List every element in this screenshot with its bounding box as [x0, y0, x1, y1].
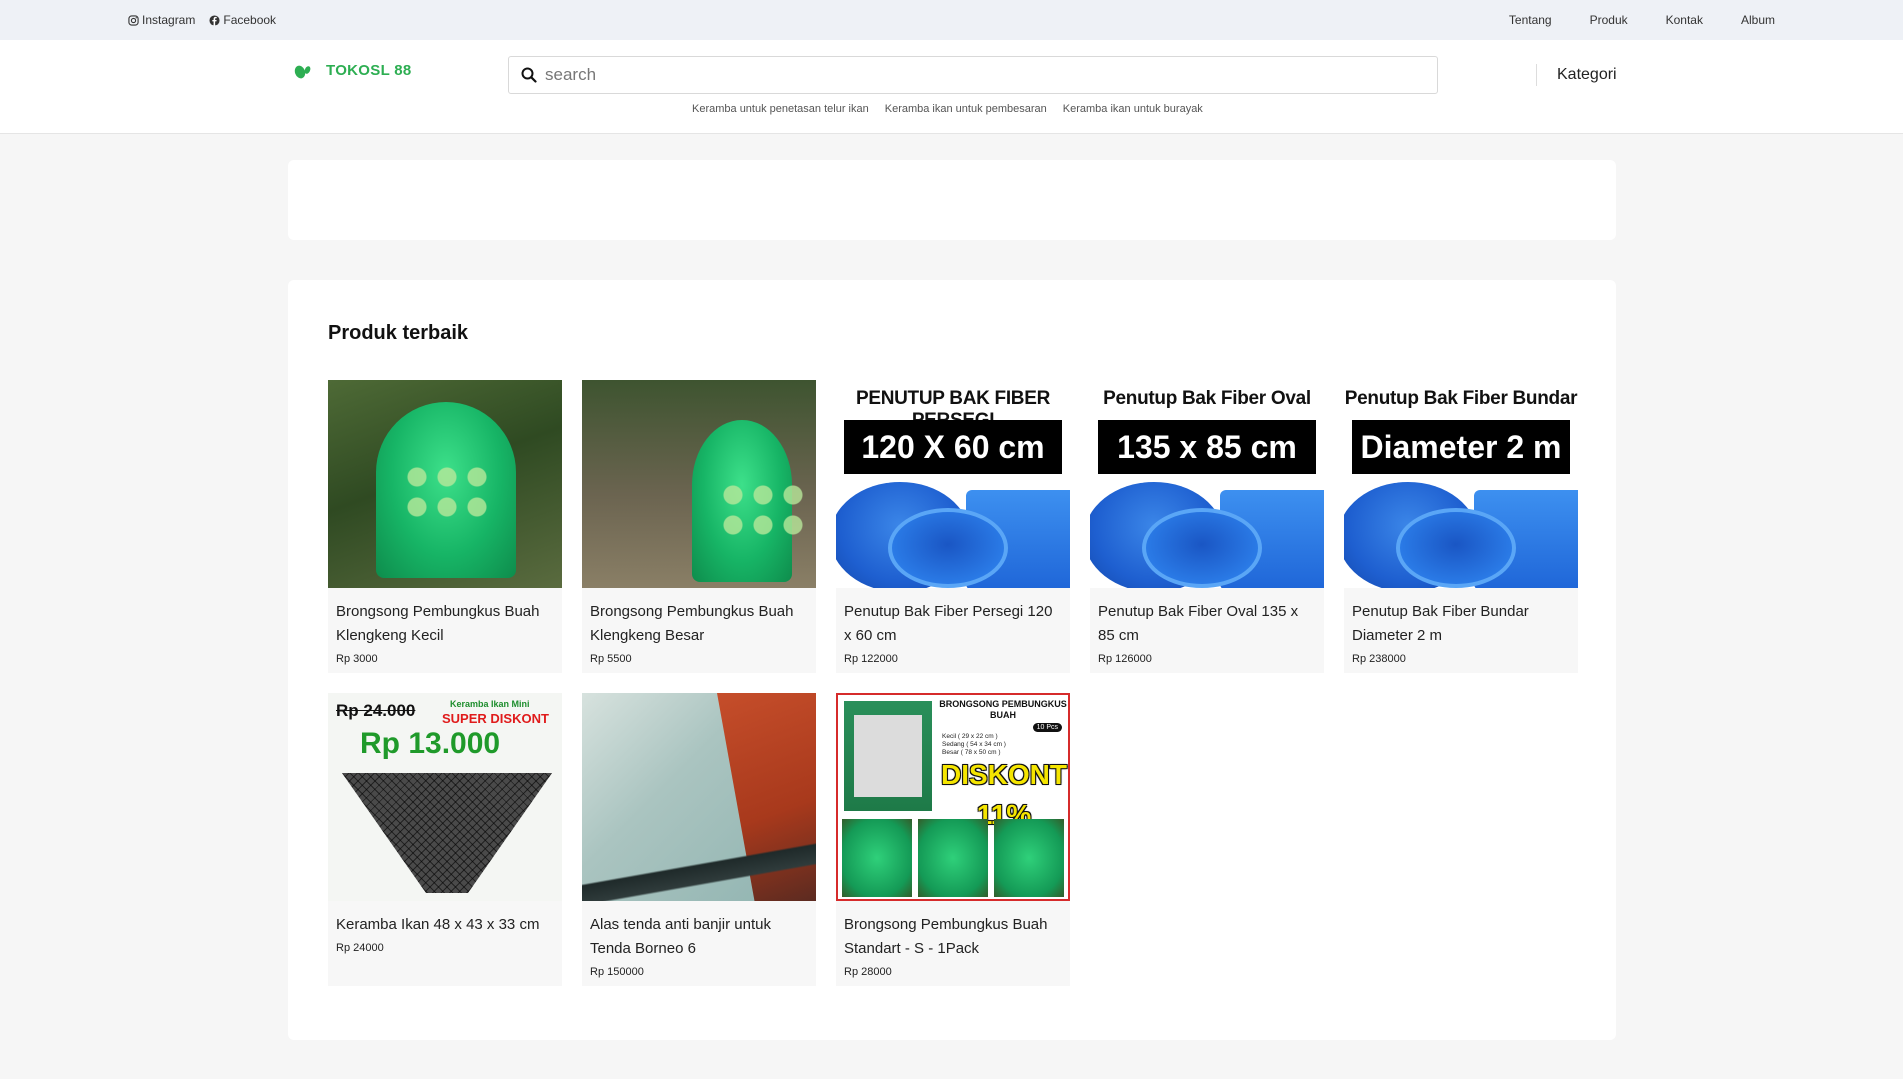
product-name[interactable]: Brongsong Pembungkus Buah Klengkeng Besa…: [582, 588, 816, 648]
instagram-link[interactable]: Instagram: [128, 13, 195, 27]
facebook-link[interactable]: Facebook: [209, 13, 276, 27]
product-image[interactable]: PENUTUP BAK FIBER PERSEGI 120 X 60 cm: [836, 380, 1070, 588]
product-price: Rp 150000: [590, 966, 644, 978]
leaf-logo-icon: [294, 65, 311, 78]
products-section: Produk terbaik Brongsong Pembungkus Buah…: [288, 280, 1616, 1040]
search-icon: [521, 67, 537, 83]
search-suggestions: Keramba untuk penetasan telur ikan Keram…: [692, 103, 1203, 115]
banner-card: [288, 160, 1616, 240]
image-title: Penutup Bak Fiber Bundar: [1344, 388, 1578, 409]
nav-album[interactable]: Album: [1741, 13, 1775, 27]
product-name[interactable]: Brongsong Pembungkus Buah Klengkeng Keci…: [328, 588, 562, 648]
nav-tentang[interactable]: Tentang: [1509, 13, 1552, 27]
product-card[interactable]: PENUTUP BAK FIBER PERSEGI 120 X 60 cm Pe…: [836, 380, 1070, 673]
bag-thumbnails: [842, 819, 1064, 897]
old-price-text: Rp 24.000: [336, 701, 416, 720]
pcs-badge: 10 Pcs: [1032, 723, 1062, 732]
top-bar: Instagram Facebook Tentang Produk Kontak…: [0, 0, 1903, 40]
product-name[interactable]: Brongsong Pembungkus Buah Standart - S -…: [836, 901, 1070, 961]
instagram-label: Instagram: [142, 13, 196, 27]
facebook-label: Facebook: [223, 13, 277, 27]
product-name[interactable]: Keramba Ikan 48 x 43 x 33 cm: [328, 901, 562, 937]
tub-shape: [1142, 508, 1262, 588]
product-image[interactable]: Rp 24.000 Keramba Ikan Mini SUPER DISKON…: [328, 693, 562, 901]
header: TOKOSL 88 Kategori Keramba untuk penetas…: [0, 40, 1903, 134]
tent-edge-shape: [582, 843, 816, 901]
product-card[interactable]: Penutup Bak Fiber Oval 135 x 85 cm Penut…: [1090, 380, 1324, 673]
nav-kontak[interactable]: Kontak: [1666, 13, 1703, 27]
instagram-icon: [128, 14, 139, 26]
product-image[interactable]: BRONGSONG PEMBUNGKUS BUAH 10 Pcs Kecil (…: [836, 693, 1070, 901]
product-price: Rp 28000: [844, 966, 892, 978]
product-card[interactable]: Brongsong Pembungkus Buah Klengkeng Keci…: [328, 380, 562, 673]
green-bag-shape: [376, 402, 516, 578]
product-name[interactable]: Penutup Bak Fiber Persegi 120 x 60 cm: [836, 588, 1070, 648]
suggestion-pembesaran[interactable]: Keramba ikan untuk pembesaran: [885, 103, 1047, 115]
section-title: Produk terbaik: [328, 322, 469, 344]
product-name[interactable]: Penutup Bak Fiber Oval 135 x 85 cm: [1090, 588, 1324, 648]
product-name[interactable]: Penutup Bak Fiber Bundar Diameter 2 m: [1344, 588, 1578, 648]
green-bag-shape: [692, 420, 808, 582]
package-shape: [844, 701, 932, 811]
discount-text: SUPER DISKONT: [442, 711, 549, 726]
product-price: Rp 3000: [336, 653, 378, 665]
size-item: Kecil ( 29 x 22 cm ): [942, 733, 998, 740]
product-image[interactable]: Penutup Bak Fiber Bundar Diameter 2 m: [1344, 380, 1578, 588]
product-name[interactable]: Alas tenda anti banjir untuk Tenda Borne…: [582, 901, 816, 961]
product-price: Rp 126000: [1098, 653, 1152, 665]
brand-logo[interactable]: TOKOSL 88: [294, 62, 412, 79]
image-title: Penutup Bak Fiber Oval: [1103, 388, 1311, 409]
size-item: Sedang ( 54 x 34 cm ): [942, 741, 1006, 748]
suggestion-burayak[interactable]: Keramba ikan untuk burayak: [1063, 103, 1203, 115]
social-links: Instagram Facebook: [128, 13, 276, 27]
image-label: Diameter 2 m: [1352, 420, 1570, 474]
product-card[interactable]: Alas tenda anti banjir untuk Tenda Borne…: [582, 693, 816, 986]
tub-shape: [888, 508, 1008, 588]
image-label: 135 x 85 cm: [1098, 420, 1316, 474]
bag-thumb: [842, 819, 912, 897]
bag-thumb: [994, 819, 1064, 897]
product-card[interactable]: Brongsong Pembungkus Buah Klengkeng Besa…: [582, 380, 816, 673]
product-card[interactable]: BRONGSONG PEMBUNGKUS BUAH 10 Pcs Kecil (…: [836, 693, 1070, 986]
net-shape: [342, 773, 552, 893]
bag-thumb: [918, 819, 988, 897]
product-price: Rp 5500: [590, 653, 632, 665]
product-price: Rp 122000: [844, 653, 898, 665]
suggestion-penetasan[interactable]: Keramba untuk penetasan telur ikan: [692, 103, 869, 115]
tub-shape: [1396, 508, 1516, 588]
product-image[interactable]: [582, 380, 816, 588]
nav-produk[interactable]: Produk: [1590, 13, 1628, 27]
facebook-icon: [209, 14, 220, 26]
image-label: 120 X 60 cm: [844, 420, 1062, 474]
product-card[interactable]: Penutup Bak Fiber Bundar Diameter 2 m Pe…: [1344, 380, 1578, 673]
product-price: Rp 238000: [1352, 653, 1406, 665]
product-grid: Brongsong Pembungkus Buah Klengkeng Keci…: [328, 380, 1578, 986]
brand-name: TOKOSL 88: [326, 62, 412, 79]
product-card[interactable]: Rp 24.000 Keramba Ikan Mini SUPER DISKON…: [328, 693, 562, 986]
image-subtitle: Keramba Ikan Mini: [450, 699, 530, 709]
sale-price-text: Rp 13.000: [360, 727, 501, 760]
size-list: Kecil ( 29 x 22 cm ) Sedang ( 54 x 34 cm…: [942, 733, 1006, 757]
discount-text: DISKONT 11%: [941, 759, 1067, 830]
search-box[interactable]: [508, 56, 1438, 94]
kategori-link[interactable]: Kategori: [1536, 64, 1617, 86]
image-title: BRONGSONG PEMBUNGKUS BUAH: [939, 699, 1067, 720]
top-nav: Tentang Produk Kontak Album: [1509, 13, 1775, 27]
product-image[interactable]: [328, 380, 562, 588]
search-input[interactable]: [545, 58, 1437, 92]
product-image[interactable]: Penutup Bak Fiber Oval 135 x 85 cm: [1090, 380, 1324, 588]
product-image[interactable]: [582, 693, 816, 901]
product-price: Rp 24000: [336, 942, 384, 954]
